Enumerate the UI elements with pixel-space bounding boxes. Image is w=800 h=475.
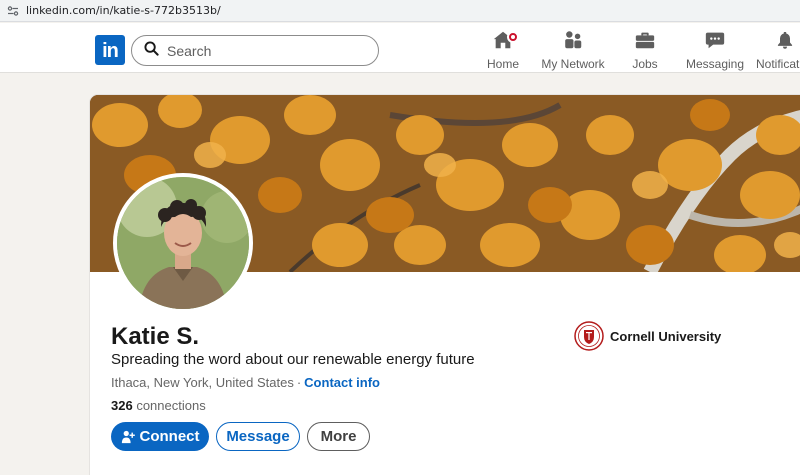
profile-avatar[interactable]	[113, 173, 253, 313]
message-button[interactable]: Message	[216, 422, 300, 451]
cornell-university-logo	[574, 321, 604, 351]
browser-address-bar[interactable]: linkedin.com/in/katie-s-772b3513b/	[0, 0, 800, 22]
profile-card: Katie S. Spreading the word about our re…	[90, 95, 800, 475]
connections-count: 326	[111, 398, 133, 413]
connections-row[interactable]: 326 connections	[111, 398, 206, 413]
search-input[interactable]	[167, 42, 357, 59]
bell-icon	[775, 32, 795, 54]
search-icon	[144, 40, 159, 61]
linkedin-logo[interactable]: in	[95, 35, 125, 65]
nav-jobs[interactable]: Jobs	[627, 29, 663, 71]
nav-home[interactable]: Home	[481, 31, 525, 71]
url-text[interactable]: linkedin.com/in/katie-s-772b3513b/	[26, 4, 221, 17]
more-button[interactable]: More	[307, 422, 370, 451]
notification-badge	[507, 31, 519, 43]
top-navbar: in Home	[0, 23, 800, 73]
nav-notifications[interactable]: Notificati	[756, 32, 800, 70]
nav-my-network[interactable]: My Network	[540, 29, 606, 71]
chat-icon	[704, 29, 726, 54]
profile-headline: Spreading the word about our renewable e…	[111, 351, 475, 368]
profile-name: Katie S.	[111, 323, 200, 350]
location-separator: ·	[296, 375, 302, 390]
connections-label: connections	[136, 398, 206, 413]
profile-location: Ithaca, New York, United States	[111, 375, 294, 390]
nav-messaging-label: Messaging	[686, 57, 745, 71]
connect-button[interactable]: Connect	[111, 422, 209, 451]
nav-my-network-label: My Network	[541, 57, 605, 71]
briefcase-icon	[634, 29, 656, 54]
profile-location-row: Ithaca, New York, United States · Contact …	[111, 375, 380, 390]
search-box[interactable]	[131, 35, 379, 66]
contact-info-link[interactable]: Contact info	[304, 375, 380, 390]
education-entry[interactable]: Cornell University	[574, 321, 721, 351]
profile-photo	[117, 177, 249, 309]
people-icon	[562, 29, 584, 54]
education-name: Cornell University	[610, 328, 722, 344]
add-person-icon	[121, 430, 135, 444]
nav-messaging[interactable]: Messaging	[686, 29, 745, 71]
site-info-icon[interactable]	[6, 4, 20, 18]
nav-jobs-label: Jobs	[632, 57, 658, 71]
nav-home-label: Home	[486, 57, 519, 71]
nav-notifications-label: Notificati	[756, 57, 800, 70]
connect-button-label: Connect	[139, 428, 200, 445]
